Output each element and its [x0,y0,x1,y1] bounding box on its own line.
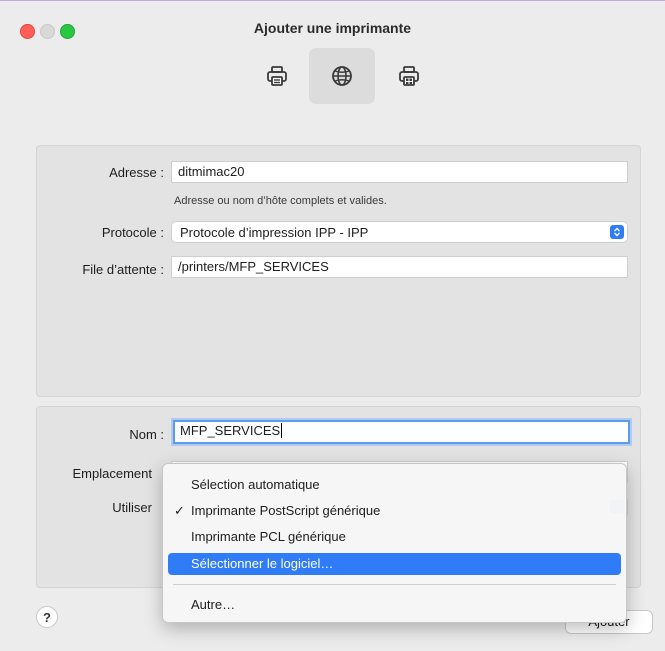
ip-printers-tab[interactable] [309,48,375,104]
menu-item-select-software[interactable]: Sélectionner le logiciel… [168,553,621,575]
menu-item-auto-select[interactable]: Sélection automatique [168,474,621,496]
popup-arrows-icon [610,225,624,239]
add-printer-window: Ajouter une imprimante Adresse: ditmima… [0,0,665,651]
help-button[interactable]: ? [36,606,58,628]
default-printers-tab[interactable] [244,48,310,104]
address-label: Adresse : [109,165,164,180]
menu-item-label: Sélection automatique [191,477,320,492]
protocol-popup-value: Protocole d’impression IPP - IPP [180,225,369,240]
use-label: Utiliser [112,500,152,515]
address-field[interactable]: ditmimac20 [171,161,628,183]
window-title: Ajouter une imprimante [253,20,412,36]
menu-item-label: Autre… [191,597,236,612]
protocol-label: Protocole : [101,225,164,240]
menu-item-label: Sélectionner le logiciel… [191,556,334,571]
checkmark-icon: ✓ [174,503,185,518]
name-field-value: MFP_SERVICES [180,423,281,438]
windows-printer-icon [399,66,419,86]
menu-item-label: Imprimante PCL générique [191,529,346,544]
location-label: Emplacement [72,466,152,481]
driver-menu: Sélection automatique ✓ Imprimante PostS… [162,463,627,623]
printer-icon [267,66,287,86]
name-field[interactable]: MFP_SERVICES [173,420,630,444]
queue-label: File d’attente : [82,262,164,277]
title-bar: Ajouter une imprimante [0,1,665,113]
text-caret [281,423,283,438]
menu-separator [173,584,616,585]
name-label: Nom : [129,427,164,442]
menu-item-other[interactable]: Autre… [168,594,621,616]
menu-item-generic-postscript[interactable]: ✓ Imprimante PostScript générique [168,500,621,522]
address-help-text: Adresse ou nom d’hôte complets et valide… [174,195,387,207]
protocol-popup[interactable]: Protocole d’impression IPP - IPP [171,221,628,243]
globe-icon [332,66,352,86]
menu-item-generic-pcl[interactable]: Imprimante PCL générique [168,526,621,548]
windows-printers-tab[interactable] [376,48,442,104]
queue-field[interactable]: /printers/MFP_SERVICES [171,256,628,278]
menu-item-label: Imprimante PostScript générique [191,503,381,518]
